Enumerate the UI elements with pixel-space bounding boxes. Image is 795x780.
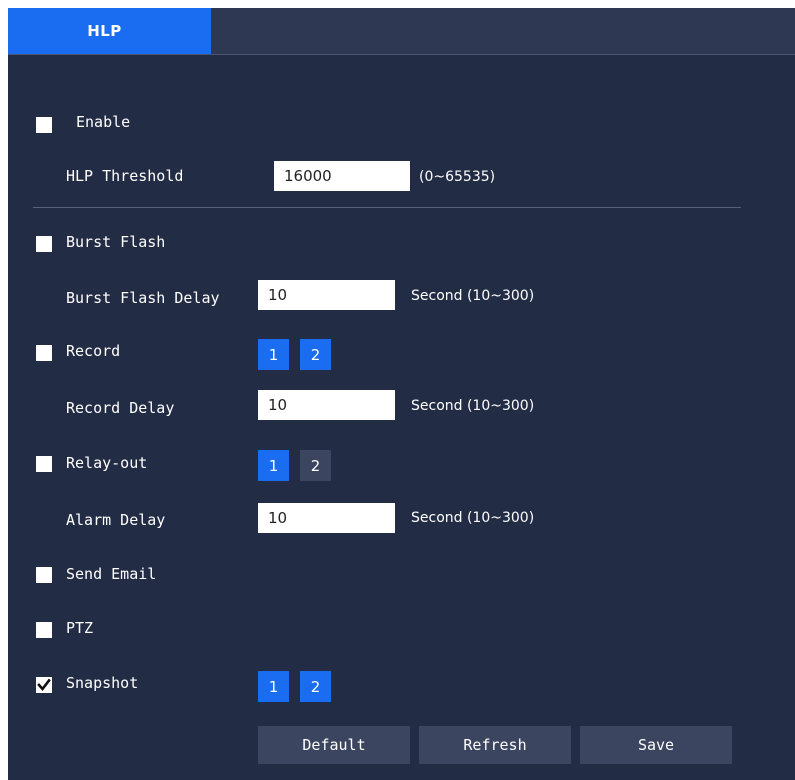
record-delay-input[interactable]: 10 [258,390,395,420]
record-channel-1[interactable]: 1 [258,339,289,370]
snapshot-channel-2[interactable]: 2 [300,671,331,702]
alarm-delay-input[interactable]: 10 [258,503,395,533]
tab-hlp-label: HLP [87,22,122,40]
record-delay-label: Record Delay [66,399,175,417]
burst-flash-delay-input[interactable]: 10 [258,280,395,310]
tab-hlp[interactable]: HLP [8,8,211,54]
burst-flash-delay-unit: Second (10~300) [411,288,535,304]
snapshot-checkbox[interactable] [36,677,52,693]
burst-flash-label: Burst Flash [66,233,166,251]
snapshot-label: Snapshot [66,674,139,692]
relay-out-channel-2[interactable]: 2 [300,450,331,481]
section-divider [33,207,741,208]
refresh-button[interactable]: Refresh [419,726,571,764]
hlp-threshold-input[interactable]: 16000 [274,161,410,191]
enable-label: Enable [76,113,131,131]
send-email-label: Send Email [66,565,157,583]
record-label: Record [66,342,121,360]
alarm-delay-unit: Second (10~300) [411,510,535,526]
enable-checkbox[interactable] [36,117,52,133]
relay-out-label: Relay-out [66,454,148,472]
send-email-checkbox[interactable] [36,567,52,583]
checkmark-icon [37,678,51,692]
ptz-label: PTZ [66,619,94,637]
burst-flash-delay-label: Burst Flash Delay [66,289,220,307]
record-channel-2[interactable]: 2 [300,339,331,370]
tab-bar: HLP [8,8,795,55]
hlp-threshold-label: HLP Threshold [66,167,184,185]
snapshot-channel-1[interactable]: 1 [258,671,289,702]
save-button[interactable]: Save [580,726,732,764]
record-delay-unit: Second (10~300) [411,398,535,414]
hlp-threshold-range: (0~65535) [419,169,496,185]
burst-flash-checkbox[interactable] [36,236,52,252]
relay-out-checkbox[interactable] [36,456,52,472]
default-button[interactable]: Default [258,726,410,764]
record-checkbox[interactable] [36,345,52,361]
alarm-delay-label: Alarm Delay [66,511,166,529]
hlp-settings-panel: HLP Enable HLP Threshold 16000 (0~65535)… [8,8,795,780]
ptz-checkbox[interactable] [36,622,52,638]
relay-out-channel-1[interactable]: 1 [258,450,289,481]
